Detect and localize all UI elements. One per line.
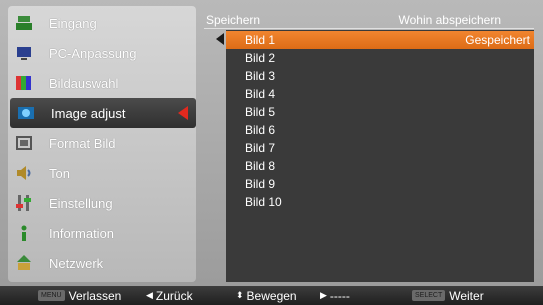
menu-item-pc-anpassung[interactable]: PC-Anpassung xyxy=(8,38,196,68)
select-key-icon: SELECT xyxy=(412,290,446,301)
list-item-bild-7[interactable]: Bild 7 xyxy=(226,139,534,157)
settings-icon xyxy=(14,193,34,213)
menu-item-information[interactable]: Information xyxy=(8,218,196,248)
list-item-label: Bild 3 xyxy=(245,69,276,83)
menu-item-label: Image adjust xyxy=(51,105,126,121)
select-hint[interactable]: SELECT Weiter xyxy=(412,288,484,303)
information-icon xyxy=(14,223,34,243)
menu-item-bildauswahl[interactable]: Bildauswahl xyxy=(8,68,196,98)
menu-item-image-adjust[interactable]: Image adjust xyxy=(10,98,196,128)
menu-item-label: Format Bild xyxy=(49,135,116,151)
pc-adjust-icon xyxy=(14,43,34,63)
list-item-label: Bild 4 xyxy=(245,87,276,101)
menu-item-label: Information xyxy=(49,225,115,241)
menu-item-ton[interactable]: Ton xyxy=(8,158,196,188)
list-item-bild-6[interactable]: Bild 6 xyxy=(226,121,534,139)
move-hint[interactable]: ⬍ Bewegen xyxy=(236,288,297,303)
exit-label: Verlassen xyxy=(68,288,122,303)
exit-hint[interactable]: MENU Verlassen xyxy=(38,288,121,303)
next-label: ----- xyxy=(329,288,350,303)
menu-key-icon: MENU xyxy=(38,290,65,301)
next-hint[interactable]: ▶ ----- xyxy=(320,288,350,303)
list-item-label: Bild 9 xyxy=(245,177,276,191)
network-icon xyxy=(14,253,34,273)
sound-icon xyxy=(14,163,34,183)
list-item-label: Bild 2 xyxy=(245,51,276,65)
list-item-bild-2[interactable]: Bild 2 xyxy=(226,49,534,67)
back-hint[interactable]: ◀ Zurück xyxy=(146,288,193,303)
menu-item-netzwerk[interactable]: Netzwerk xyxy=(8,248,196,278)
up-down-arrow-icon: ⬍ xyxy=(236,290,244,300)
right-arrow-icon: ▶ xyxy=(320,290,327,300)
list-item-label: Bild 7 xyxy=(245,141,276,155)
screen-format-icon xyxy=(14,133,34,153)
pointer-icon xyxy=(216,33,224,45)
list-item-label: Bild 10 xyxy=(245,195,282,209)
panel-subtitle: Wohin abspeichern xyxy=(398,13,501,27)
menu-item-label: Netzwerk xyxy=(49,255,104,271)
select-label: Weiter xyxy=(449,288,484,303)
header-divider xyxy=(204,28,534,29)
list-item-label: Bild 1 xyxy=(245,33,276,47)
move-label: Bewegen xyxy=(246,288,297,303)
list-item-bild-10[interactable]: Bild 10 xyxy=(226,193,534,211)
store-panel: Speichern Wohin abspeichern Bild 1 Gespe… xyxy=(204,6,534,282)
help-bar: MENU Verlassen ◀ Zurück ⬍ Bewegen ▶ ----… xyxy=(0,286,543,305)
list-item-label: Bild 6 xyxy=(245,123,276,137)
main-menu: Eingang PC-Anpassung Bildauswahl Image a… xyxy=(8,6,196,282)
image-select-icon xyxy=(14,73,34,93)
list-item-label: Bild 8 xyxy=(245,159,276,173)
menu-item-eingang[interactable]: Eingang xyxy=(8,8,196,38)
selection-arrow-icon xyxy=(178,106,188,120)
list-item-bild-9[interactable]: Bild 9 xyxy=(226,175,534,193)
menu-item-label: PC-Anpassung xyxy=(49,45,137,61)
panel-title: Speichern xyxy=(206,13,261,27)
left-arrow-icon: ◀ xyxy=(146,290,153,300)
input-icon xyxy=(14,13,34,33)
list-item-bild-4[interactable]: Bild 4 xyxy=(226,85,534,103)
list-item-bild-5[interactable]: Bild 5 xyxy=(226,103,534,121)
projector-osd: Eingang PC-Anpassung Bildauswahl Image a… xyxy=(0,0,543,305)
menu-item-label: Ton xyxy=(49,165,70,181)
list-item-label: Bild 5 xyxy=(245,105,276,119)
menu-item-label: Eingang xyxy=(49,15,97,31)
list-item-bild-8[interactable]: Bild 8 xyxy=(226,157,534,175)
list-item-bild-3[interactable]: Bild 3 xyxy=(226,67,534,85)
image-adjust-icon xyxy=(16,103,36,123)
menu-item-format-bild[interactable]: Format Bild xyxy=(8,128,196,158)
menu-item-label: Bildauswahl xyxy=(49,75,119,91)
back-label: Zurück xyxy=(155,288,193,303)
list-item-bild-1[interactable]: Bild 1 Gespeichert xyxy=(226,31,534,49)
menu-item-einstellung[interactable]: Einstellung xyxy=(8,188,196,218)
menu-item-label: Einstellung xyxy=(49,195,113,211)
saved-status: Gespeichert xyxy=(465,33,530,47)
